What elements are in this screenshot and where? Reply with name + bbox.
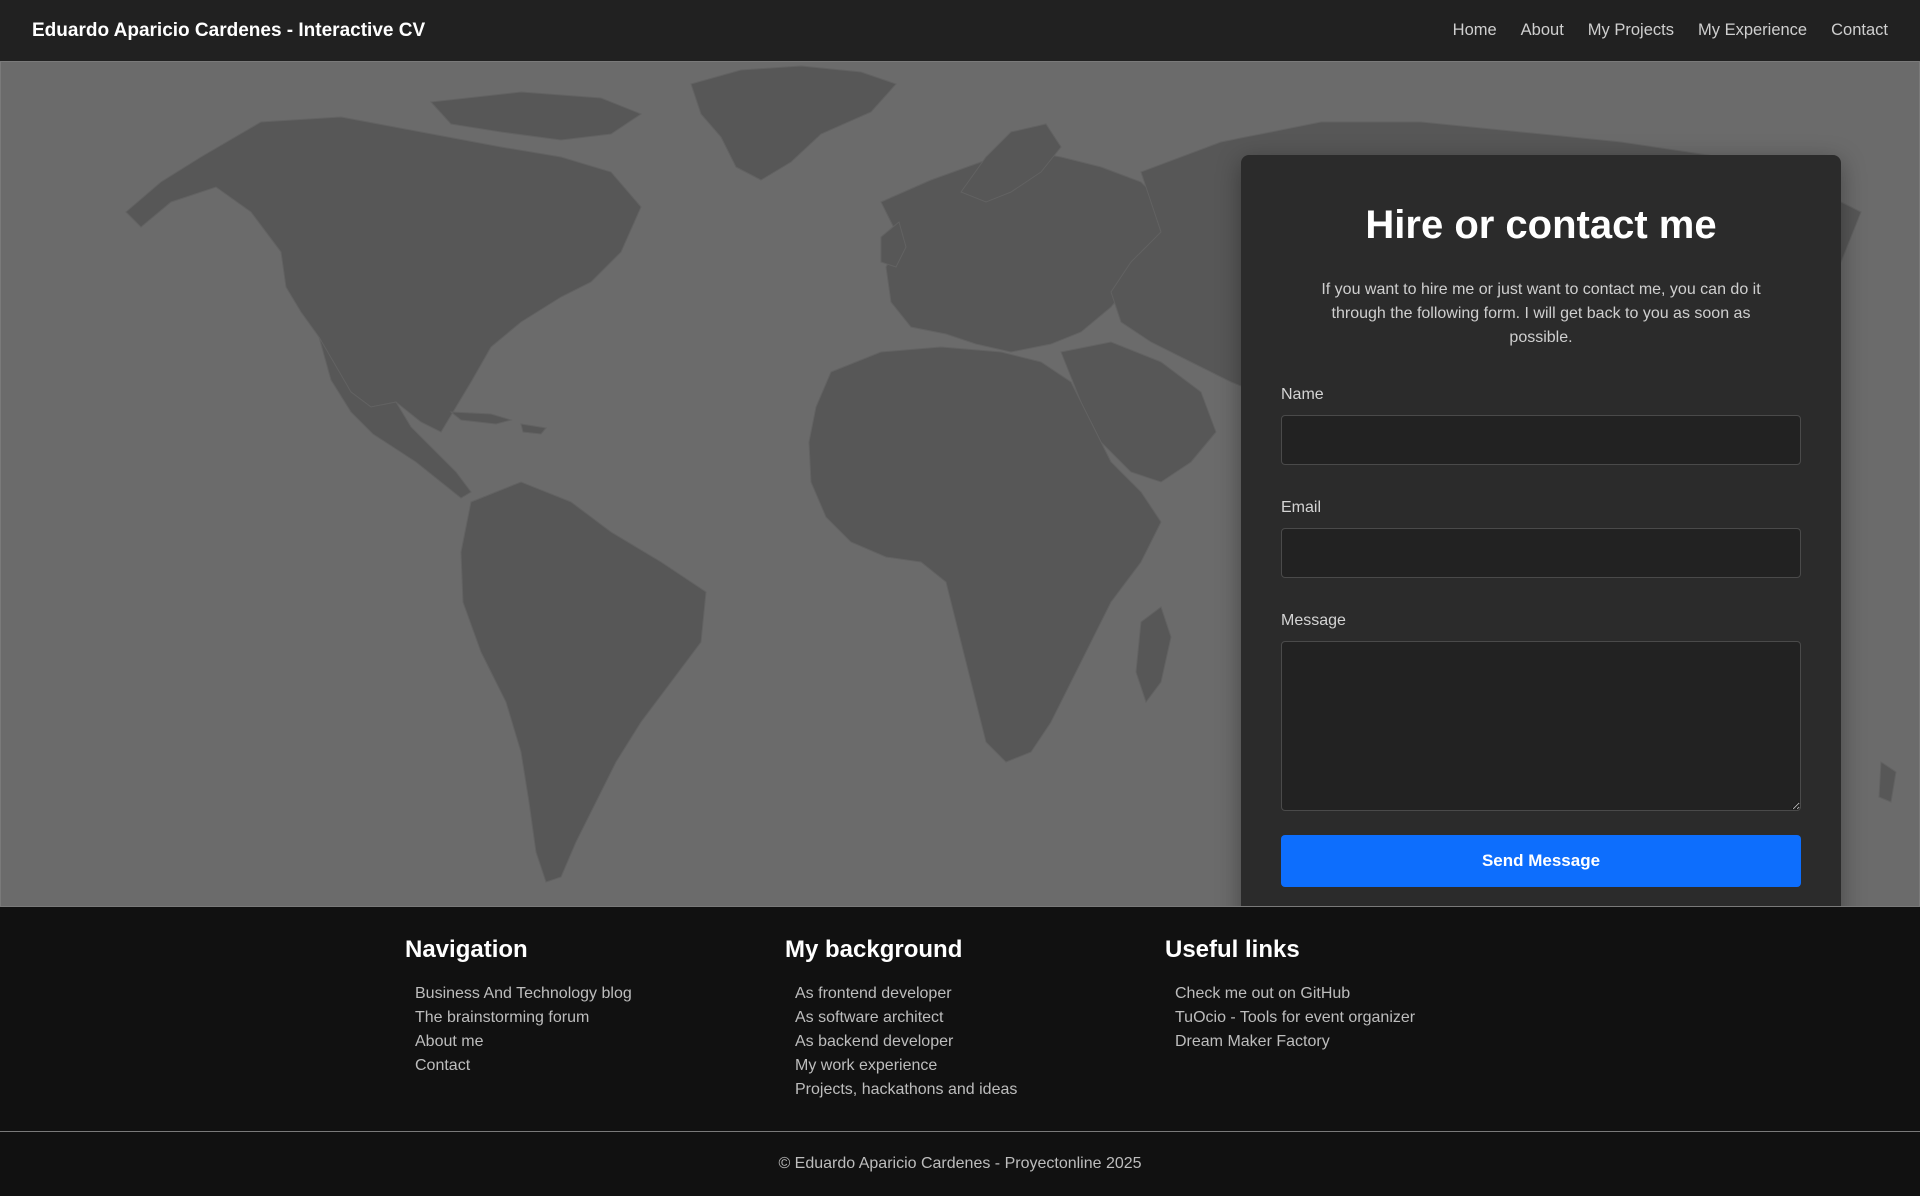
footer-links-column: Useful links Check me out on GitHub TuOc… xyxy=(1165,936,1415,1054)
contact-card: Hire or contact me If you want to hire m… xyxy=(1241,155,1841,906)
footer-navigation-list: Business And Technology blog The brainst… xyxy=(405,982,632,1078)
list-item: As frontend developer xyxy=(795,982,1017,1006)
map-new-zealand xyxy=(1878,761,1897,803)
contact-intro: If you want to hire me or just want to c… xyxy=(1321,281,1761,346)
footer-link-contact[interactable]: Contact xyxy=(415,1057,470,1074)
list-item: Check me out on GitHub xyxy=(1175,982,1415,1006)
map-south-america xyxy=(460,481,707,883)
map-north-america xyxy=(125,116,642,433)
list-item: Business And Technology blog xyxy=(415,982,632,1006)
nav-about-link[interactable]: About xyxy=(1521,21,1564,40)
footer-background-column: My background As frontend developer As s… xyxy=(785,936,1017,1102)
footer-link-dream-maker[interactable]: Dream Maker Factory xyxy=(1175,1033,1330,1050)
message-textarea[interactable] xyxy=(1281,641,1801,811)
email-label: Email xyxy=(1281,499,1322,516)
footer-link-github[interactable]: Check me out on GitHub xyxy=(1175,985,1350,1002)
footer-links-list: Check me out on GitHub TuOcio - Tools fo… xyxy=(1165,982,1415,1054)
nav-home-link[interactable]: Home xyxy=(1453,21,1497,40)
list-item: As software architect xyxy=(795,1006,1017,1030)
footer-navigation-title: Navigation xyxy=(405,936,528,963)
list-item: Projects, hackathons and ideas xyxy=(795,1078,1017,1102)
footer-link-about[interactable]: About me xyxy=(415,1033,483,1050)
send-message-button[interactable]: Send Message xyxy=(1281,835,1801,887)
list-item: Contact xyxy=(415,1054,632,1078)
site-brand[interactable]: Eduardo Aparicio Cardenes - Interactive … xyxy=(32,20,425,42)
nav-projects-link[interactable]: My Projects xyxy=(1588,21,1674,40)
main-nav: Home About My Projects My Experience Con… xyxy=(1429,21,1888,40)
site-footer: Navigation Business And Technology blog … xyxy=(0,912,1920,1131)
name-input[interactable] xyxy=(1281,415,1801,465)
map-madagascar xyxy=(1135,606,1172,704)
map-caribbean xyxy=(449,411,547,435)
list-item: As backend developer xyxy=(795,1030,1017,1054)
footer-navigation-column: Navigation Business And Technology blog … xyxy=(405,936,632,1078)
list-item: About me xyxy=(415,1030,632,1054)
list-item: My work experience xyxy=(795,1054,1017,1078)
footer-links-title: Useful links xyxy=(1165,936,1300,963)
footer-link-blog[interactable]: Business And Technology blog xyxy=(415,985,632,1002)
list-item: TuOcio - Tools for event organizer xyxy=(1175,1006,1415,1030)
email-input[interactable] xyxy=(1281,528,1801,578)
contact-title: Hire or contact me xyxy=(1365,203,1717,247)
top-navbar: Eduardo Aparicio Cardenes - Interactive … xyxy=(0,0,1920,61)
copyright-text: © Eduardo Aparicio Cardenes - Proyectonl… xyxy=(0,1132,1920,1196)
footer-link-backend[interactable]: As backend developer xyxy=(795,1033,953,1050)
map-greenland xyxy=(690,65,897,181)
footer-link-frontend[interactable]: As frontend developer xyxy=(795,985,952,1002)
nav-contact-link[interactable]: Contact xyxy=(1831,21,1888,40)
nav-experience-link[interactable]: My Experience xyxy=(1698,21,1807,40)
contact-hero: Hire or contact me If you want to hire m… xyxy=(0,61,1920,907)
footer-background-list: As frontend developer As software archit… xyxy=(785,982,1017,1102)
footer-link-tuocio[interactable]: TuOcio - Tools for event organizer xyxy=(1175,1009,1415,1026)
name-label: Name xyxy=(1281,386,1324,403)
footer-link-forum[interactable]: The brainstorming forum xyxy=(415,1009,589,1026)
list-item: The brainstorming forum xyxy=(415,1006,632,1030)
map-arctic-islands xyxy=(429,91,643,141)
footer-link-architect[interactable]: As software architect xyxy=(795,1009,944,1026)
footer-link-projects[interactable]: Projects, hackathons and ideas xyxy=(795,1081,1017,1098)
footer-background-title: My background xyxy=(785,936,963,963)
message-label: Message xyxy=(1281,612,1346,629)
list-item: Dream Maker Factory xyxy=(1175,1030,1415,1054)
footer-link-work-experience[interactable]: My work experience xyxy=(795,1057,937,1074)
